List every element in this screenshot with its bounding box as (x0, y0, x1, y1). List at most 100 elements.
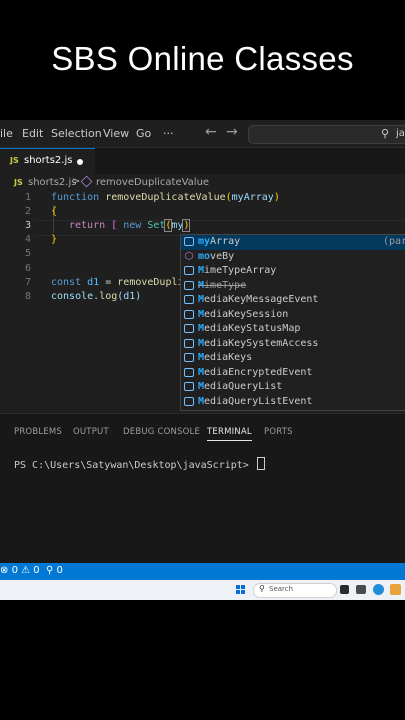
line-number: 3 (24, 220, 31, 231)
paren: ) (182, 219, 191, 232)
back-arrow-icon[interactable]: ← (205, 124, 217, 140)
editor-tab-bar: JS shorts2.js (0, 148, 405, 175)
variable-icon (184, 266, 194, 275)
code-line: 1 function removeDuplicateValue(myArray) (0, 192, 405, 206)
line-number: 1 (24, 192, 31, 203)
menu-view[interactable]: View (103, 127, 129, 140)
object-name: console (51, 291, 94, 302)
suggestion-detail: (para (383, 236, 405, 247)
line-number: 2 (24, 206, 31, 217)
line-number: 6 (24, 263, 31, 274)
variable-icon (184, 353, 194, 362)
task-view-icon[interactable] (340, 585, 349, 594)
method-icon: ⬡ (184, 250, 194, 262)
class-name: Set (147, 220, 166, 231)
suggestion-item[interactable]: MediaKeySession (181, 308, 405, 323)
search-icon: ⚲ (381, 127, 390, 140)
function-name: removeDupli (117, 277, 184, 288)
terminal-output[interactable]: PS C:\Users\Satywan\Desktop\javaScript> (14, 457, 265, 471)
keyword: const (51, 277, 82, 288)
forward-arrow-icon[interactable]: → (226, 124, 238, 140)
breadcrumb-file[interactable]: shorts2.js (28, 177, 76, 188)
taskbar-search[interactable]: ⚲ Search (253, 583, 337, 598)
ports-status[interactable]: ⚲ 0 (46, 565, 63, 576)
keyword: new (123, 220, 142, 231)
bottom-panel: PROBLEMS OUTPUT DEBUG CONSOLE TERMINAL P… (0, 413, 405, 564)
suggestion-item[interactable]: MediaQueryList (181, 380, 405, 395)
windows-start-icon[interactable] (236, 585, 246, 595)
suggestion-item[interactable]: MimeTypeArray (181, 264, 405, 279)
variable: d1 (87, 277, 100, 288)
suggestion-item[interactable]: MimeType (181, 279, 405, 294)
variable-icon (184, 382, 194, 391)
keyword: return (69, 220, 106, 231)
breadcrumb: JS shorts2.js > removeDuplicateValue (0, 175, 405, 191)
app-icon[interactable] (356, 585, 366, 594)
more-menu-icon[interactable]: ··· (163, 127, 174, 140)
suggestion-item[interactable]: MediaKeyMessageEvent (181, 293, 405, 308)
brace: } (51, 234, 58, 245)
function-symbol-icon (80, 175, 93, 188)
line-number: 5 (24, 248, 31, 259)
search-icon: ⚲ (259, 584, 265, 593)
method-name: log (99, 291, 118, 302)
menu-edit[interactable]: Edit (22, 127, 43, 140)
suggestion-item[interactable]: ⬡ moveBy (181, 250, 405, 265)
line-number: 8 (24, 291, 31, 302)
tab-ports[interactable]: PORTS (264, 427, 293, 437)
suggestion-item[interactable]: MediaKeySystemAccess (181, 337, 405, 352)
tab-problems[interactable]: PROBLEMS (14, 427, 62, 437)
windows-taskbar: ⚲ Search (0, 580, 405, 600)
vscode-window: ile Edit Selection View Go ··· ← → ⚲ ja … (0, 120, 405, 600)
keyword: function (51, 192, 100, 203)
variable-icon (184, 295, 194, 304)
variable-icon (184, 396, 194, 406)
breadcrumb-separator: > (72, 176, 81, 187)
video-title-banner: SBS Online Classes (51, 40, 354, 77)
suggestion-item[interactable]: MediaEncryptedEvent (181, 366, 405, 381)
tab-debug-console[interactable]: DEBUG CONSOLE (123, 427, 200, 437)
terminal-cursor (256, 457, 265, 470)
suggestion-item[interactable]: myArray (para (181, 235, 405, 250)
brace: { (51, 206, 58, 217)
suggestion-widget: myArray (para ⬡ moveBy MimeTypeArray Mim… (180, 234, 405, 411)
menu-bar: ile Edit Selection View Go ··· ← → ⚲ ja (0, 120, 405, 148)
paren: ) (273, 192, 280, 203)
variable-icon (184, 309, 194, 319)
command-center-search[interactable]: ⚲ ja (248, 125, 405, 144)
suggestion-item[interactable]: MediaQueryListEvent (181, 395, 405, 410)
function-name: removeDuplicateValue (105, 192, 226, 203)
tab-terminal[interactable]: TERMINAL (207, 427, 252, 441)
line-number: 7 (24, 277, 31, 288)
command-center-text: ja (396, 128, 405, 139)
parameter: myArray (231, 192, 274, 203)
menu-file[interactable]: ile (0, 127, 13, 140)
variable-icon (184, 237, 194, 246)
status-bar: ⊗ 0 ⚠ 0 ⚲ 0 (0, 563, 405, 580)
taskbar-search-label: Search (269, 585, 294, 593)
tab-label: shorts2.js (24, 155, 73, 166)
code-line: 3 return [ new Set(my) (0, 219, 405, 234)
unsaved-dot-icon[interactable] (77, 159, 83, 165)
typed-text: my (171, 220, 184, 231)
operator: = (105, 277, 112, 288)
breadcrumb-function[interactable]: removeDuplicateValue (96, 177, 209, 188)
variable-icon (184, 338, 194, 348)
variable-icon (184, 367, 194, 377)
tab-output[interactable]: OUTPUT (73, 427, 109, 437)
file-explorer-icon[interactable] (390, 584, 401, 595)
terminal-prompt: PS C:\Users\Satywan\Desktop\javaScript> (14, 460, 249, 471)
suggestion-item[interactable]: MediaKeyStatusMap (181, 322, 405, 337)
suggestion-item[interactable]: MediaKeys (181, 351, 405, 366)
javascript-file-icon: JS (14, 178, 23, 187)
menu-selection[interactable]: Selection (51, 127, 102, 140)
tab-shorts2-js[interactable]: JS shorts2.js (0, 148, 95, 175)
errors-status[interactable]: ⊗ 0 ⚠ 0 (0, 565, 40, 576)
variable-icon (184, 280, 194, 290)
menu-go[interactable]: Go (136, 127, 151, 140)
argument: (d1) (117, 291, 142, 302)
javascript-file-icon: JS (10, 156, 19, 165)
line-number: 4 (24, 234, 31, 245)
edge-browser-icon[interactable] (373, 584, 384, 595)
code-line: 2 { (0, 206, 405, 220)
